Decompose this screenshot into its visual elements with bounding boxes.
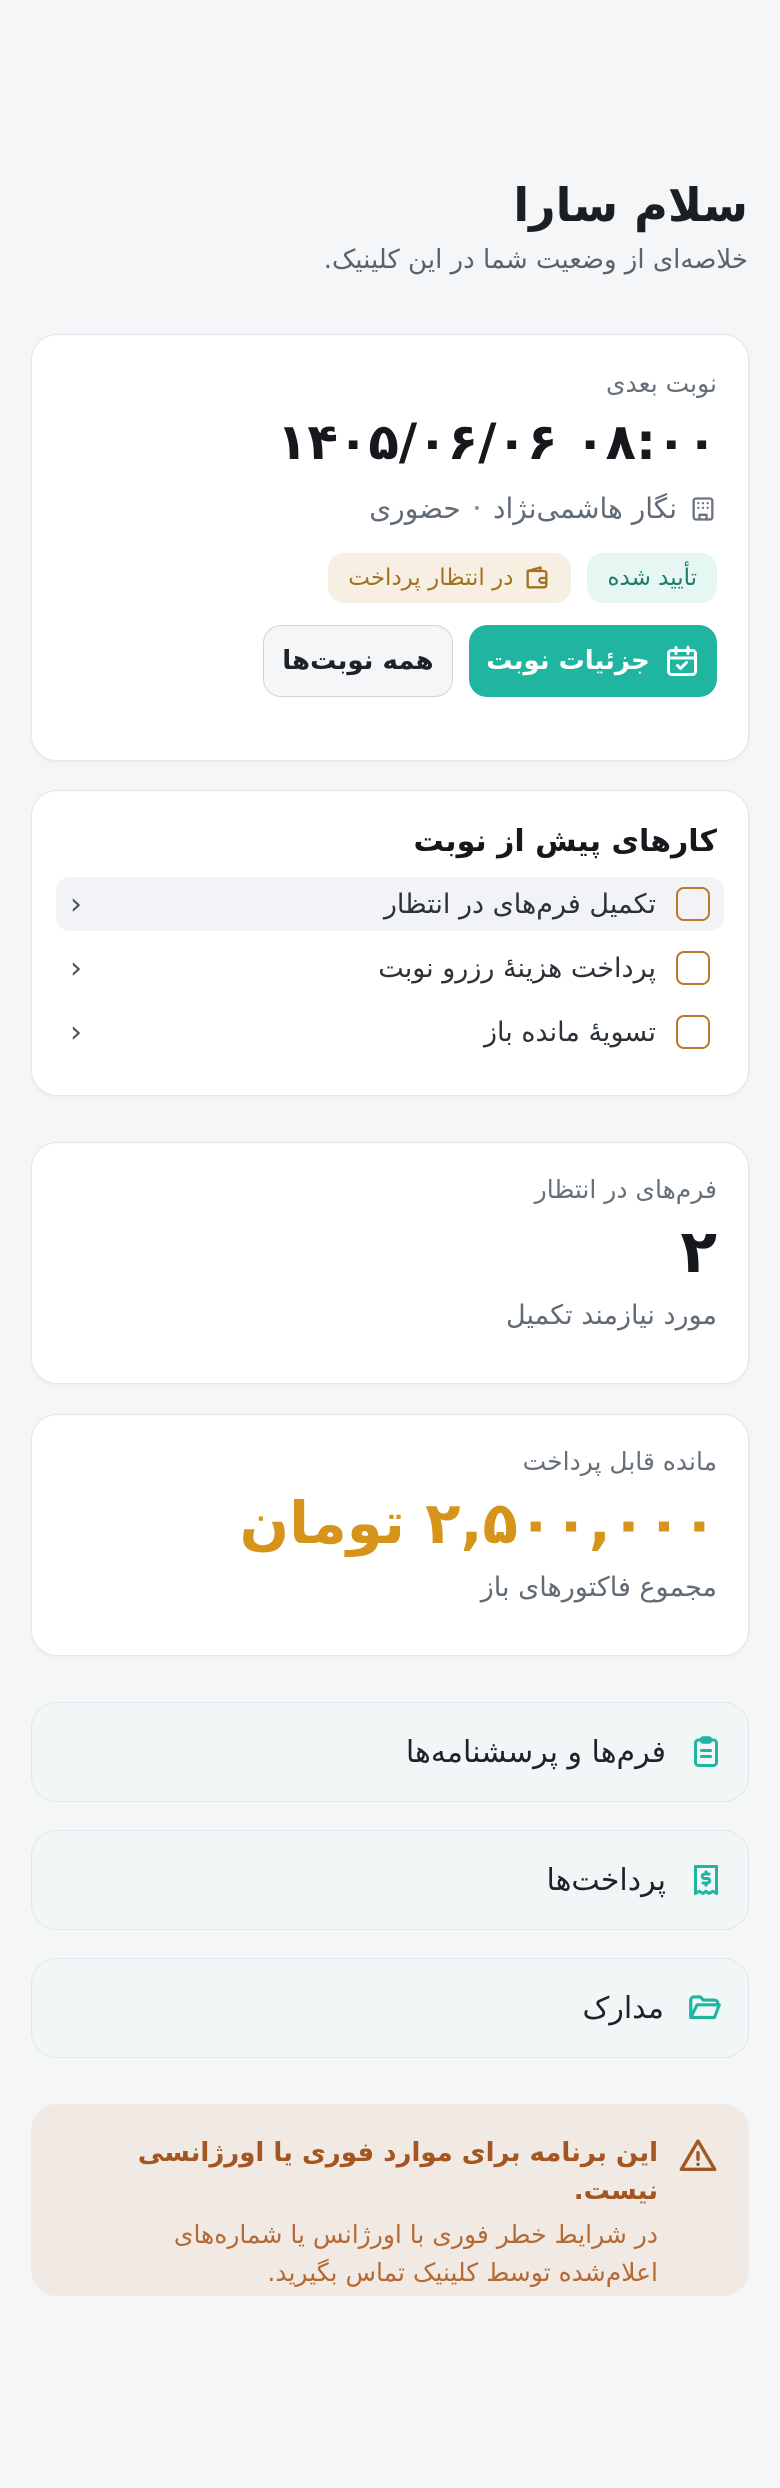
folder-open-icon	[686, 1989, 724, 2027]
task-label: پرداخت هزینهٔ رزرو نوبت	[378, 952, 656, 984]
nav-card-forms[interactable]: فرم‌ها و پرسشنامه‌ها	[31, 1702, 749, 1802]
building-icon	[689, 495, 717, 523]
task-label: تسویهٔ مانده باز	[483, 1016, 656, 1048]
next-appointment-label: نوبت بعدی	[605, 369, 717, 398]
receipt-icon	[688, 1862, 724, 1898]
calendar-check-icon	[664, 643, 700, 679]
greeting-header: سلام سارا خلاصه‌ای از وضعیت شما در این ک…	[32, 172, 748, 278]
chevron-left-icon: ‹	[70, 1014, 82, 1050]
nav-card-documents-label: مدارک	[582, 1990, 665, 2026]
warning-text: این برنامه برای موارد فوری یا اورژانسی ن…	[62, 2134, 658, 2292]
balance-caption: مجموع فاکتورهای باز	[480, 1572, 717, 1603]
appointment-datetime: ۰۸:۰۰ ۱۴۰۵/۰۶/۰۶	[276, 413, 717, 471]
page: سلام سارا خلاصه‌ای از وضعیت شما در این ک…	[0, 0, 780, 2488]
all-appointments-button[interactable]: همه نوبت‌ها	[263, 625, 453, 697]
payment-pending-badge: در انتظار پرداخت	[328, 553, 572, 603]
task-list: تکمیل فرم‌های در انتظار ‹ پرداخت هزینهٔ …	[56, 877, 724, 1059]
wallet-icon	[523, 564, 551, 592]
status-badges: تأیید شده در انتظار پرداخت	[63, 553, 717, 603]
doctor-name: نگار هاشمی‌نژاد	[493, 492, 677, 525]
task-item-pending-forms[interactable]: تکمیل فرم‌های در انتظار ‹	[56, 877, 724, 931]
confirmed-badge-label: تأیید شده	[607, 565, 697, 591]
task-checkbox[interactable]	[676, 1015, 710, 1049]
confirmed-badge: تأیید شده	[587, 553, 717, 603]
pending-forms-count: ۲	[680, 1217, 717, 1287]
task-label: تکمیل فرم‌های در انتظار	[383, 888, 656, 920]
greeting-title: سلام سارا	[513, 178, 748, 232]
appointment-details-button[interactable]: جزئیات نوبت	[469, 625, 717, 697]
pending-forms-card: فرم‌های در انتظار ۲ مورد نیازمند تکمیل	[31, 1142, 749, 1384]
balance-amount: ۲,۵۰۰,۰۰۰ تومان	[239, 1489, 717, 1557]
task-item-booking-fee[interactable]: پرداخت هزینهٔ رزرو نوبت ‹	[56, 941, 724, 995]
task-item-open-balance[interactable]: تسویهٔ مانده باز ‹	[56, 1005, 724, 1059]
nav-card-payments[interactable]: پرداخت‌ها	[31, 1830, 749, 1930]
appointment-actions: جزئیات نوبت همه نوبت‌ها	[63, 625, 717, 697]
appointment-meta: نگار هاشمی‌نژاد • حضوری	[63, 489, 717, 529]
pre-appointment-tasks-card: کارهای پیش از نوبت تکمیل فرم‌های در انتظ…	[31, 790, 749, 1096]
next-appointment-card: نوبت بعدی ۰۸:۰۰ ۱۴۰۵/۰۶/۰۶ نگار هاشمی‌نژ…	[31, 334, 749, 761]
tasks-title: کارهای پیش از نوبت	[413, 824, 717, 859]
warning-title: این برنامه برای موارد فوری یا اورژانسی ن…	[137, 2138, 658, 2206]
pending-forms-label: فرم‌های در انتظار	[534, 1175, 717, 1204]
chevron-left-icon: ‹	[70, 886, 82, 922]
chevron-left-icon: ‹	[70, 950, 82, 986]
nav-card-payments-label: پرداخت‌ها	[546, 1862, 666, 1898]
separator-dot: •	[472, 501, 482, 517]
balance-card: مانده قابل پرداخت ۲,۵۰۰,۰۰۰ تومان مجموع …	[31, 1414, 749, 1656]
task-checkbox[interactable]	[676, 887, 710, 921]
warning-triangle-icon	[678, 2136, 718, 2176]
appointment-details-label: جزئیات نوبت	[486, 646, 650, 676]
balance-label: مانده قابل پرداخت	[522, 1447, 717, 1476]
payment-pending-label: در انتظار پرداخت	[348, 565, 514, 591]
visit-type: حضوری	[369, 492, 461, 525]
emergency-warning: این برنامه برای موارد فوری یا اورژانسی ن…	[31, 2104, 749, 2296]
clipboard-list-icon	[688, 1734, 724, 1770]
pending-forms-caption: مورد نیازمند تکمیل	[506, 1300, 717, 1331]
nav-card-forms-label: فرم‌ها و پرسشنامه‌ها	[405, 1734, 666, 1770]
greeting-subtitle: خلاصه‌ای از وضعیت شما در این کلینیک.	[323, 245, 748, 275]
nav-card-documents[interactable]: مدارک	[31, 1958, 749, 2058]
warning-body: در شرایط خطر فوری با اورژانس یا شماره‌ها…	[173, 2220, 658, 2287]
all-appointments-label: همه نوبت‌ها	[282, 646, 434, 676]
task-checkbox[interactable]	[676, 951, 710, 985]
